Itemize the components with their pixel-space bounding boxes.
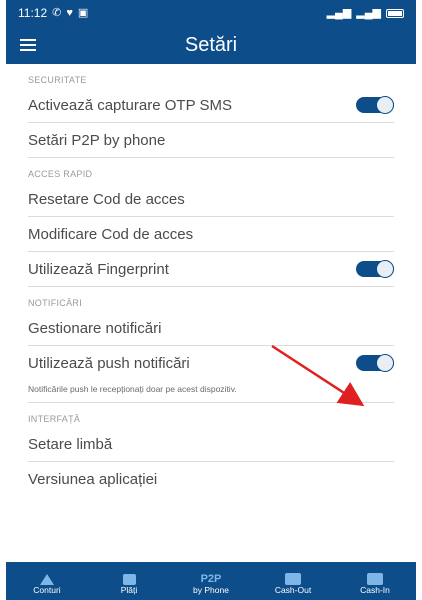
nav-cash-in[interactable]: Cash-In (340, 567, 410, 595)
fingerprint-toggle[interactable] (356, 260, 394, 278)
reset-access-code-label: Resetare Cod de acces (28, 190, 185, 208)
status-bar: 11:12 ✆ ♥ ▣ ▂▄▆ ▂▄▆ (6, 0, 416, 26)
bottom-navigation: Conturi Plăți P2P by Phone Cash-Out Cash… (6, 562, 416, 600)
signal-icon: ▂▄▆ (326, 6, 352, 19)
modify-access-code-row[interactable]: Modificare Cod de acces (28, 217, 394, 252)
section-header-interface: INTERFAȚĂ (28, 414, 81, 424)
signal-icon: ▂▄▆ (356, 6, 381, 19)
p2p-settings-label: Setări P2P by phone (28, 131, 166, 149)
p2p-icon-text: P2P (200, 573, 222, 585)
nav-p2p[interactable]: P2P by Phone (176, 567, 246, 595)
whatsapp-icon: ✆ (52, 6, 62, 19)
atm-icon (367, 573, 383, 585)
settings-list: SECURITATE Activează capturare OTP SMS S… (6, 64, 416, 562)
nav-payments-label: Plăți (120, 585, 138, 595)
gallery-icon: ▣ (77, 6, 89, 19)
nav-payments[interactable]: Plăți (94, 567, 164, 595)
phone-screen: 11:12 ✆ ♥ ▣ ▂▄▆ ▂▄▆ Setări SECURITATE Ac… (6, 0, 416, 600)
wallet-icon (122, 574, 136, 585)
modify-access-code-label: Modificare Cod de acces (28, 225, 194, 243)
manage-notifications-label: Gestionare notificări (28, 319, 162, 337)
push-notifications-row[interactable]: Utilizează push notificări (28, 346, 394, 380)
push-notifications-label: Utilizează push notificări (28, 354, 190, 372)
nav-cash-in-label: Cash-In (360, 585, 390, 595)
hamburger-menu-icon[interactable] (6, 26, 50, 64)
otp-sms-capture-toggle[interactable] (356, 96, 394, 114)
page-title: Setări (184, 33, 238, 56)
nav-p2p-label: by Phone (193, 585, 229, 595)
app-version-label: Versiunea aplicației (28, 470, 158, 488)
manage-notifications-row[interactable]: Gestionare notificări (28, 311, 394, 346)
push-notifications-toggle[interactable] (356, 354, 394, 372)
house-icon (40, 574, 54, 585)
reset-access-code-row[interactable]: Resetare Cod de acces (28, 182, 394, 217)
clock: 11:12 (18, 6, 48, 20)
app-version-row[interactable]: Versiunea aplicației (28, 462, 394, 496)
otp-sms-capture-label: Activează capturare OTP SMS (28, 96, 232, 114)
language-setting-label: Setare limbă (28, 435, 113, 453)
app-bar: Setări (6, 26, 416, 64)
nav-cash-out[interactable]: Cash-Out (258, 567, 328, 595)
battery-icon (386, 8, 404, 18)
nav-accounts[interactable]: Conturi (12, 567, 82, 595)
fingerprint-label: Utilizează Fingerprint (28, 260, 169, 278)
atm-icon (285, 573, 301, 585)
nav-cash-out-label: Cash-Out (274, 585, 312, 595)
otp-sms-capture-row[interactable]: Activează capturare OTP SMS (28, 88, 394, 123)
section-header-security: SECURITATE (28, 75, 87, 85)
nav-accounts-label: Conturi (33, 585, 61, 595)
push-notifications-note: Notificările push le recepționați doar p… (28, 380, 394, 403)
section-header-quick-access: ACCES RAPID (28, 169, 93, 179)
heart-icon: ♥ (66, 6, 73, 19)
section-header-notifications: NOTIFICĂRI (28, 298, 82, 308)
p2p-settings-row[interactable]: Setări P2P by phone (28, 123, 394, 158)
fingerprint-row[interactable]: Utilizează Fingerprint (28, 252, 394, 287)
language-setting-row[interactable]: Setare limbă (28, 427, 394, 462)
